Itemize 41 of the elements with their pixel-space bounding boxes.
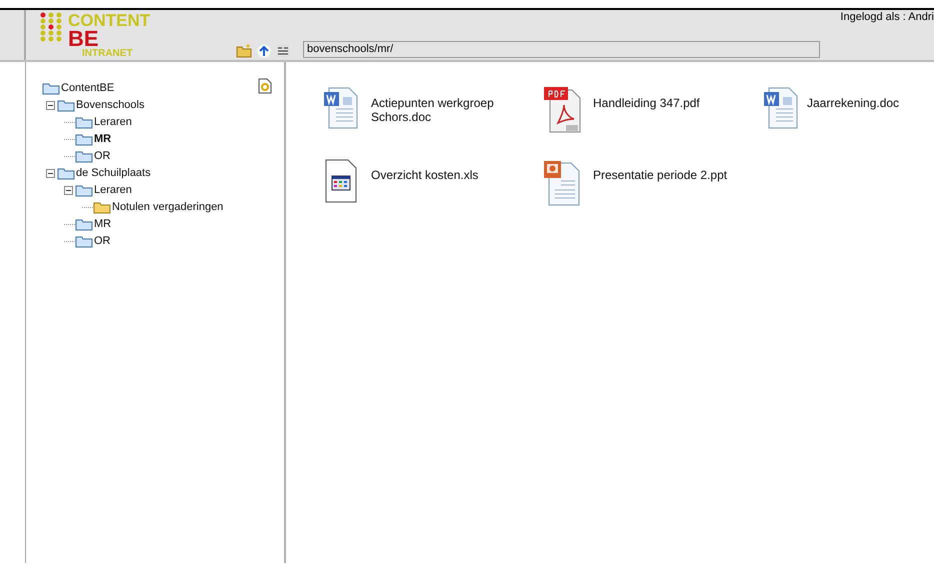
spreadsheet-document-icon	[324, 159, 358, 203]
pdf-document-icon	[544, 87, 582, 133]
tree-item[interactable]: Notulen vergaderingen	[112, 199, 224, 216]
word-document-icon	[323, 87, 359, 129]
collapse-toggle[interactable]	[46, 169, 55, 178]
refresh-icon[interactable]	[258, 78, 272, 94]
tree-item[interactable]: Bovenschools	[76, 97, 144, 114]
folder-icon	[57, 167, 75, 180]
path-field[interactable]: bovenschools/mr/	[303, 41, 820, 58]
file-name[interactable]: Presentatie periode 2.ppt	[593, 168, 753, 182]
logo-text: INTRANET	[82, 49, 134, 59]
tree-item[interactable]: MR	[94, 216, 112, 233]
file-name[interactable]: Handleiding 347.pdf	[593, 96, 753, 110]
collapse-toggle[interactable]	[46, 101, 55, 110]
tree-item[interactable]: Leraren	[94, 182, 132, 199]
user-label: Ingelogd als : Andri	[840, 10, 934, 25]
folder-icon	[75, 133, 93, 146]
folder-icon	[75, 150, 93, 163]
tree-item[interactable]: OR	[94, 148, 110, 165]
tree-item[interactable]: de Schuilplaats	[76, 165, 151, 182]
file-name[interactable]: Overzicht kosten.xls	[371, 168, 531, 182]
logo-text: CONTENT	[68, 12, 150, 29]
word-document-icon	[763, 87, 799, 129]
folder-icon	[75, 184, 93, 197]
folder-icon	[42, 82, 60, 95]
file-name[interactable]: Actiepunten werkgroep Schors.doc	[371, 96, 531, 124]
folder-icon	[75, 116, 93, 129]
file-name[interactable]: Jaarrekening.doc	[807, 96, 933, 110]
collapse-toggle[interactable]	[64, 186, 73, 195]
tree-item[interactable]: MR	[94, 131, 112, 148]
folder-icon[interactable]	[236, 44, 252, 58]
tree-item[interactable]: OR	[94, 233, 110, 250]
folder-icon	[75, 235, 93, 248]
list-view-icon[interactable]	[276, 44, 290, 58]
folder-icon	[75, 218, 93, 231]
logo-text: BE	[68, 29, 99, 49]
folder-icon	[57, 99, 75, 112]
folder-icon	[93, 201, 111, 214]
tree-item[interactable]: Leraren	[94, 114, 132, 131]
up-arrow-icon[interactable]	[257, 44, 271, 58]
tree-item[interactable]: ContentBE	[61, 80, 114, 97]
